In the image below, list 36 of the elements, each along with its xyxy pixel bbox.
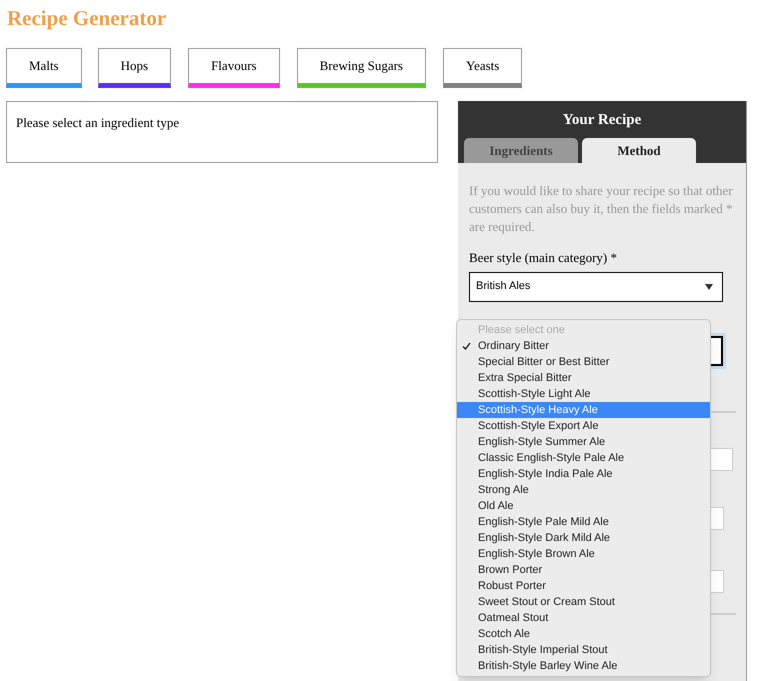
recipe-tab[interactable]: Method [582, 138, 696, 163]
menu-option[interactable]: Scottish-Style Heavy Ale [457, 402, 710, 418]
ingredient-tab[interactable]: Brewing Sugars [296, 48, 426, 88]
menu-option[interactable]: Scottish-Style Export Ale [457, 418, 710, 434]
empty-message: Please select an ingredient type [16, 115, 180, 130]
menu-option[interactable]: Sweet Stout or Cream Stout [457, 594, 710, 610]
menu-option[interactable]: Scotch Ale [457, 626, 710, 642]
ingredient-tab[interactable]: Malts [6, 48, 82, 88]
menu-option[interactable]: English-Style Summer Ale [457, 434, 710, 450]
menu-option[interactable]: Oatmeal Stout [457, 610, 710, 626]
ingredient-tab[interactable]: Yeasts [443, 48, 522, 88]
menu-option[interactable]: Extra Special Bitter [457, 370, 710, 386]
intro-text: If you would like to share your recipe so that other customers can also buy it, then the fields marked * are required. [469, 182, 734, 236]
menu-option[interactable]: Special Bitter or Best Bitter [457, 354, 710, 370]
menu-option[interactable]: British-Style Imperial Stout [457, 642, 710, 658]
menu-option[interactable]: English-Style Brown Ale [457, 546, 710, 562]
caret-icon [705, 284, 713, 290]
menu-option[interactable]: English-Style India Pale Ale [457, 466, 710, 482]
panel-title: Your Recipe [562, 111, 642, 130]
menu-option[interactable]: British-Style Barley Wine Ale [457, 658, 710, 674]
menu-option[interactable]: Old Ale [457, 498, 710, 514]
menu-option[interactable]: English-Style Pale Mild Ale [457, 514, 710, 530]
ingredient-tab[interactable]: Hops [98, 48, 172, 88]
menu-option[interactable]: Classic English-Style Pale Ale [457, 450, 710, 466]
menu-option[interactable]: Ordinary Bitter [457, 338, 710, 354]
menu-option[interactable]: Brown Porter [457, 562, 710, 578]
menu-prompt: Please select one [477, 323, 566, 338]
menu-option[interactable]: English-Style Dark Mild Ale [457, 530, 710, 546]
ingredient-tab[interactable]: Flavours [188, 48, 280, 88]
menu-option[interactable]: Strong Ale [457, 482, 710, 498]
checkmark-icon [462, 342, 471, 350]
menu-option[interactable]: Scottish-Style Light Ale [457, 386, 710, 402]
page-title: Recipe Generator [7, 5, 166, 32]
menu-option[interactable]: Robust Porter [457, 578, 710, 594]
style-select[interactable]: British Ales [469, 272, 723, 302]
field-label: Beer style (main category) * [469, 249, 618, 267]
